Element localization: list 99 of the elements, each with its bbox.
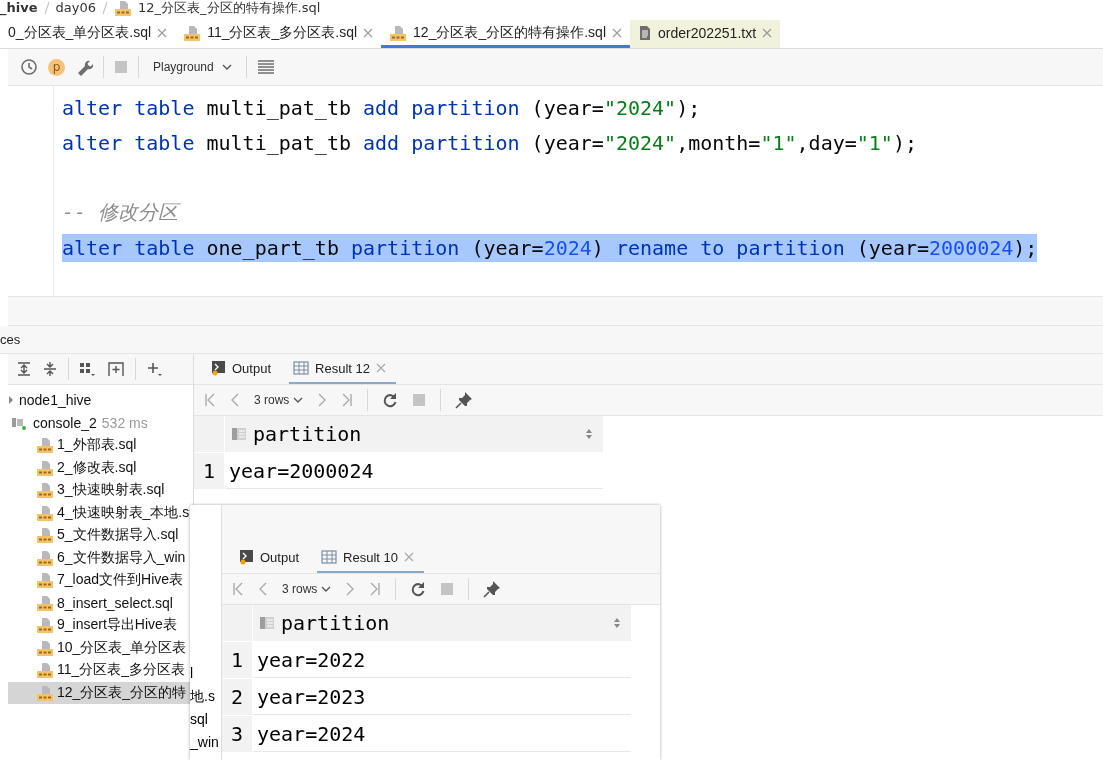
sort-icon[interactable] <box>585 428 593 440</box>
code-line: alter table multi_pat_tb add partition (year="2024"); <box>62 94 701 122</box>
next-icon[interactable] <box>345 582 356 596</box>
pin-icon[interactable] <box>455 391 474 409</box>
tree-item[interactable]: 9_insert导出Hive表 <box>8 614 181 637</box>
breadcrumb-item[interactable]: day06 <box>55 1 96 15</box>
expand-arrow-icon[interactable] <box>8 395 14 406</box>
column-header[interactable]: partition <box>253 605 631 641</box>
tree-item-fragment: l <box>190 665 195 683</box>
row-number: 1 <box>222 642 252 678</box>
sql-file-icon <box>36 527 54 544</box>
breadcrumb-item[interactable]: _hive <box>0 1 38 15</box>
editor-tab[interactable]: order202251.txt <box>630 20 781 48</box>
row-number: 1 <box>194 453 224 489</box>
sql-file-icon <box>36 549 54 566</box>
output-tab[interactable]: Output <box>234 543 310 573</box>
close-icon[interactable] <box>403 552 414 562</box>
clock-icon[interactable] <box>20 58 38 76</box>
editor-tab[interactable]: 0_分区表_单分区表.sql <box>0 20 176 48</box>
first-page-icon[interactable] <box>232 582 244 596</box>
last-page-icon[interactable] <box>369 582 382 596</box>
console-output-icon <box>210 360 226 376</box>
sql-file-icon <box>36 639 54 656</box>
first-page-icon[interactable] <box>204 393 216 407</box>
tree-item-fragment: 地.s <box>190 688 216 706</box>
caret-icon <box>321 586 332 592</box>
previous-icon[interactable] <box>258 582 268 596</box>
grid-table-icon <box>293 361 310 375</box>
slash-icon <box>43 1 50 15</box>
sql-file-icon <box>36 594 54 611</box>
run-time: 532 ms <box>101 414 148 431</box>
sql-file-icon <box>36 617 54 634</box>
sql-file-icon <box>389 24 408 41</box>
row-count-dropdown[interactable]: 3 rows <box>282 582 332 596</box>
tree-item[interactable]: 8_insert_select.sql <box>8 591 177 614</box>
code-line: -- 修改分区 <box>62 199 179 226</box>
selected-tree-item[interactable]: 12_分区表_分区的特 <box>8 681 191 704</box>
sql-file-icon <box>36 482 54 499</box>
tree-item[interactable]: console_2 <box>33 414 97 431</box>
panel-title: ces <box>0 332 21 347</box>
close-icon[interactable] <box>762 27 773 38</box>
close-icon[interactable] <box>375 363 386 373</box>
caret-icon <box>293 397 304 403</box>
add-icon[interactable] <box>146 361 164 377</box>
stop-icon[interactable] <box>412 393 427 407</box>
sql-file-icon <box>36 459 54 476</box>
tree-item[interactable]: 2_修改表.sql <box>8 456 141 479</box>
code-line: alter table multi_pat_tb add partition (year="2024",month="1",day="1"); <box>62 129 917 157</box>
caret-icon <box>221 64 232 70</box>
tree-item[interactable]: 10_分区表_单分区表 <box>8 636 191 659</box>
expand-all-icon[interactable] <box>16 361 32 377</box>
session-dropdown[interactable]: Playground <box>149 60 236 74</box>
sort-icon[interactable] <box>613 617 621 629</box>
slash-icon <box>102 1 108 15</box>
editor-tab[interactable]: 11_分区表_多分区表.sql <box>175 20 382 48</box>
table-icon[interactable] <box>256 59 275 75</box>
console-output-icon <box>238 549 254 565</box>
sql-file-icon <box>36 684 54 701</box>
tree-item-fragment: sql <box>190 711 209 729</box>
frame-plus-icon[interactable] <box>107 361 125 377</box>
grid-table-icon <box>321 550 338 564</box>
tree-item[interactable]: 3_快速映射表.sql <box>8 479 169 502</box>
row-count-dropdown[interactable]: 3 rows <box>254 393 304 407</box>
row-number: 3 <box>222 716 252 752</box>
grid-icon[interactable] <box>79 361 97 377</box>
breadcrumb-item[interactable]: 12_分区表_分区的特有操作.sql <box>138 1 321 15</box>
close-icon[interactable] <box>157 27 168 38</box>
row-number: 2 <box>222 679 252 715</box>
next-icon[interactable] <box>317 393 328 407</box>
sql-file-icon <box>36 572 54 589</box>
text-file-icon <box>638 24 652 41</box>
sql-file-icon <box>36 437 54 454</box>
refresh-icon[interactable] <box>382 392 399 408</box>
previous-icon[interactable] <box>230 393 240 407</box>
tree-item[interactable]: 1_外部表.sql <box>8 434 141 457</box>
tree-item-fragment: _win <box>190 734 220 752</box>
profile-badge[interactable]: p <box>48 58 65 76</box>
output-tab[interactable]: Output <box>206 354 282 384</box>
column-icon <box>259 615 275 631</box>
last-page-icon[interactable] <box>341 393 354 407</box>
tree-item[interactable]: 11_分区表_多分区表 <box>8 659 190 682</box>
tree-item[interactable]: node1_hive <box>19 392 92 409</box>
sql-file-icon <box>114 0 132 16</box>
tree-item[interactable]: 7_load文件到Hive表 <box>8 569 188 592</box>
stop-icon[interactable] <box>114 60 128 74</box>
tree-item[interactable]: 5_文件数据导入.sql <box>8 524 183 547</box>
pin-icon[interactable] <box>483 580 502 598</box>
collapse-all-icon[interactable] <box>42 361 58 377</box>
column-header[interactable]: partition <box>225 416 603 452</box>
tree-item[interactable]: 4_快速映射表_本地.s <box>8 501 194 524</box>
sql-file-icon <box>36 662 54 679</box>
tree-item[interactable]: 6_文件数据导入_win <box>8 546 190 569</box>
close-icon[interactable] <box>363 27 374 38</box>
stop-icon[interactable] <box>440 582 455 596</box>
close-icon[interactable] <box>612 27 622 38</box>
sql-file-icon <box>183 24 202 41</box>
sql-file-icon <box>36 504 54 521</box>
refresh-icon[interactable] <box>410 581 427 597</box>
column-icon <box>231 426 247 442</box>
